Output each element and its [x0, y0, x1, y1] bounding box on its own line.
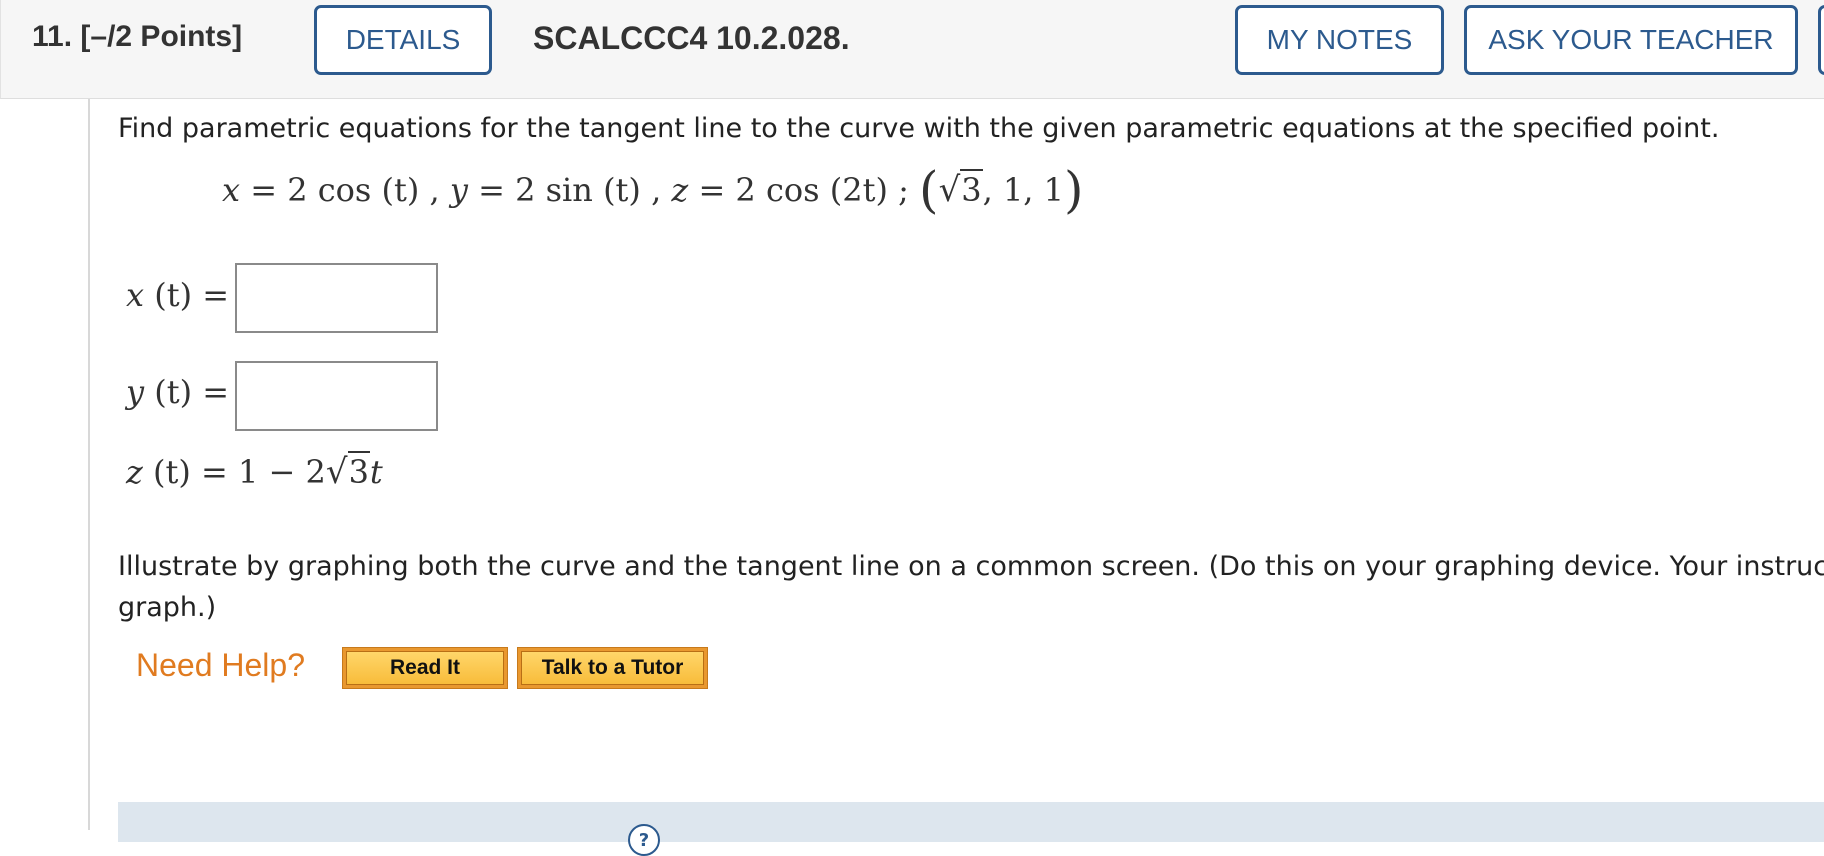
question-header: 11. [–/2 Points] DETAILS SCALCCC4 10.2.0…: [0, 0, 1824, 99]
my-notes-button[interactable]: MY NOTES: [1235, 5, 1444, 75]
z-given-equation: z (t) = 1 − 2√3t: [126, 451, 383, 492]
need-help-label: Need Help?: [136, 647, 305, 683]
info-icon[interactable]: ?: [628, 824, 660, 856]
problem-prompt: Find parametric equations for the tangen…: [118, 113, 1720, 144]
y-expression: = 2 sin (t) ,: [467, 171, 672, 209]
x-label-variable: x: [126, 276, 145, 314]
points-label: [–/2 Points]: [80, 20, 243, 53]
x-answer-label: x (t) =: [126, 276, 229, 314]
left-rule: [88, 99, 90, 830]
illustrate-line-1: Illustrate by graphing both the curve an…: [118, 551, 1824, 582]
read-it-button[interactable]: Read It: [342, 647, 508, 689]
x-answer-input[interactable]: [235, 263, 438, 333]
y-label-variable: y: [126, 373, 145, 411]
illustrate-line-2: graph.): [118, 592, 217, 623]
z-variable: z: [671, 171, 689, 209]
y-label-rest: (t) =: [144, 373, 230, 411]
z-sqrt-radicand: 3: [347, 451, 370, 491]
sqrt-icon: √: [938, 170, 961, 210]
cut-off-header-button[interactable]: [1818, 5, 1824, 75]
z-expression: = 2 cos (2t) ;: [688, 171, 920, 209]
details-button[interactable]: DETAILS: [314, 5, 492, 75]
z-label-rest: (t) = 1 − 2: [142, 453, 326, 491]
ask-teacher-button[interactable]: ASK YOUR TEACHER: [1464, 5, 1798, 75]
y-variable: y: [449, 171, 468, 209]
given-equations: x = 2 cos (t) , y = 2 sin (t) , z = 2 co…: [222, 165, 1084, 215]
x-expression: = 2 cos (t) ,: [240, 171, 450, 209]
z-tail-variable: t: [369, 453, 383, 491]
point-close-paren: ): [1064, 161, 1084, 219]
talk-to-tutor-button[interactable]: Talk to a Tutor: [517, 647, 708, 689]
x-variable: x: [222, 171, 241, 209]
read-it-label: Read It: [346, 651, 504, 685]
sqrt-radicand: 3: [960, 169, 983, 209]
y-answer-label: y (t) =: [126, 373, 229, 411]
x-label-rest: (t) =: [144, 276, 230, 314]
illustrate-instructions: Illustrate by graphing both the curve an…: [118, 546, 1824, 628]
sqrt-icon: √: [325, 452, 348, 492]
talk-to-tutor-label: Talk to a Tutor: [521, 651, 704, 685]
y-answer-input[interactable]: [235, 361, 438, 431]
point-open-paren: (: [919, 161, 939, 219]
show-my-work-panel: ?: [118, 802, 1824, 856]
point-coordinates: , 1, 1: [982, 171, 1064, 209]
z-label-variable: z: [126, 453, 143, 491]
question-number: 11.: [32, 20, 73, 53]
question-code: SCALCCC4 10.2.028.: [533, 20, 850, 56]
question-number-points: 11. [–/2 Points]: [32, 20, 242, 54]
